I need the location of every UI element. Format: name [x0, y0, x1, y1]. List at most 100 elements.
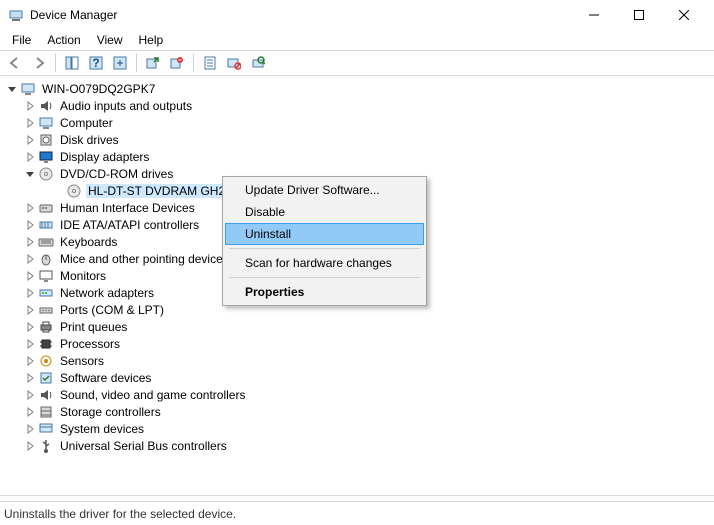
keyboard-icon — [38, 234, 54, 250]
tree-category[interactable]: Processors — [2, 335, 714, 352]
expand-icon[interactable] — [24, 338, 36, 350]
expand-icon[interactable] — [24, 406, 36, 418]
expand-icon[interactable] — [24, 117, 36, 129]
menu-help[interactable]: Help — [131, 31, 172, 49]
tree-root-label: WIN-O079DQ2GPK7 — [40, 82, 157, 96]
context-menu-separator — [229, 248, 420, 249]
uninstall-button[interactable] — [166, 52, 188, 74]
action-button[interactable] — [109, 52, 131, 74]
tree-category-label: System devices — [58, 422, 146, 436]
system-icon — [38, 421, 54, 437]
storage-icon — [38, 404, 54, 420]
menu-action[interactable]: Action — [39, 31, 88, 49]
expand-icon[interactable] — [24, 270, 36, 282]
status-text: Uninstalls the driver for the selected d… — [4, 507, 236, 521]
tree-category-label: Sensors — [58, 354, 106, 368]
minimize-button[interactable] — [571, 0, 616, 30]
toolbar-separator — [193, 54, 194, 72]
expand-icon[interactable] — [24, 355, 36, 367]
context-menu: Update Driver Software... Disable Uninstal… — [222, 176, 427, 306]
tree-category-label: Display adapters — [58, 150, 151, 164]
toolbar-separator — [55, 54, 56, 72]
context-menu-label: Update Driver Software... — [245, 183, 380, 197]
disable-button[interactable] — [223, 52, 245, 74]
maximize-button[interactable] — [616, 0, 661, 30]
dvd-icon — [66, 183, 82, 199]
menu-file[interactable]: File — [4, 31, 39, 49]
tree-category-label: IDE ATA/ATAPI controllers — [58, 218, 201, 232]
tree-category-label: Human Interface Devices — [58, 201, 197, 215]
tree-category-label: Storage controllers — [58, 405, 163, 419]
display-icon — [38, 149, 54, 165]
tree-category-label: Software devices — [58, 371, 153, 385]
tree-category-label: Monitors — [58, 269, 108, 283]
expand-icon[interactable] — [24, 202, 36, 214]
status-bar: Uninstalls the driver for the selected d… — [0, 501, 714, 525]
tree-category-label: Processors — [58, 337, 122, 351]
expand-icon[interactable] — [24, 100, 36, 112]
tree-category[interactable]: Print queues — [2, 318, 714, 335]
expand-icon[interactable] — [24, 134, 36, 146]
show-hide-tree-button[interactable] — [61, 52, 83, 74]
tree-category[interactable]: System devices — [2, 420, 714, 437]
menu-view[interactable]: View — [89, 31, 131, 49]
expand-icon[interactable] — [24, 372, 36, 384]
context-menu-label: Scan for hardware changes — [245, 256, 392, 270]
net-icon — [38, 285, 54, 301]
context-menu-item[interactable]: Scan for hardware changes — [225, 252, 424, 274]
expand-icon[interactable] — [24, 236, 36, 248]
context-menu-label: Properties — [245, 285, 304, 299]
collapse-icon[interactable] — [24, 168, 36, 180]
tree-spacer — [52, 185, 64, 197]
tree-category[interactable]: Sound, video and game controllers — [2, 386, 714, 403]
expand-icon[interactable] — [24, 253, 36, 265]
title-bar: Device Manager — [0, 0, 714, 30]
tree-category[interactable]: Sensors — [2, 352, 714, 369]
app-icon — [8, 7, 24, 23]
forward-button[interactable] — [28, 52, 50, 74]
tree-root[interactable]: WIN-O079DQ2GPK7 — [2, 80, 714, 97]
tree-category[interactable]: Software devices — [2, 369, 714, 386]
dvd-icon — [38, 166, 54, 182]
printer-icon — [38, 319, 54, 335]
collapse-icon[interactable] — [6, 83, 18, 95]
tree-category[interactable]: Display adapters — [2, 148, 714, 165]
sensor-icon — [38, 353, 54, 369]
context-menu-item[interactable]: Update Driver Software... — [225, 179, 424, 201]
context-menu-item[interactable]: Disable — [225, 201, 424, 223]
expand-icon[interactable] — [24, 304, 36, 316]
context-menu-label: Disable — [245, 205, 285, 219]
back-button[interactable] — [4, 52, 26, 74]
audio-icon — [38, 98, 54, 114]
tree-category[interactable]: Audio inputs and outputs — [2, 97, 714, 114]
scan-hardware-button[interactable] — [247, 52, 269, 74]
properties-button[interactable] — [199, 52, 221, 74]
port-icon — [38, 302, 54, 318]
context-menu-item[interactable]: Properties — [225, 281, 424, 303]
tree-category[interactable]: Storage controllers — [2, 403, 714, 420]
tree-category[interactable]: Disk drives — [2, 131, 714, 148]
tree-category-label: Audio inputs and outputs — [58, 99, 194, 113]
expand-icon[interactable] — [24, 219, 36, 231]
toolbar-separator — [136, 54, 137, 72]
tree-category-label: Keyboards — [58, 235, 119, 249]
close-button[interactable] — [661, 0, 706, 30]
context-menu-item[interactable]: Uninstall — [225, 223, 424, 245]
update-driver-button[interactable] — [142, 52, 164, 74]
tree-category[interactable]: Universal Serial Bus controllers — [2, 437, 714, 454]
expand-icon[interactable] — [24, 440, 36, 452]
context-menu-label: Uninstall — [245, 227, 291, 241]
tree-category[interactable]: Computer — [2, 114, 714, 131]
monitor-icon — [38, 268, 54, 284]
expand-icon[interactable] — [24, 321, 36, 333]
audio-icon — [38, 387, 54, 403]
expand-icon[interactable] — [24, 389, 36, 401]
tree-category-label: Computer — [58, 116, 115, 130]
expand-icon[interactable] — [24, 151, 36, 163]
expand-icon[interactable] — [24, 423, 36, 435]
help-button[interactable]: ? — [85, 52, 107, 74]
tree-category-label: Ports (COM & LPT) — [58, 303, 166, 317]
expand-icon[interactable] — [24, 287, 36, 299]
tree-category-label: Sound, video and game controllers — [58, 388, 247, 402]
computer-icon — [38, 115, 54, 131]
